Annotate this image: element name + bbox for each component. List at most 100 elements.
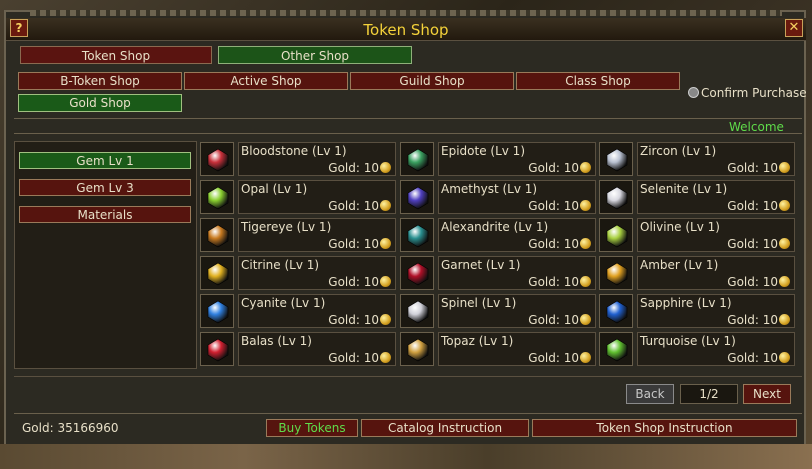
- item-name: Olivine (Lv 1): [640, 220, 720, 234]
- shop-item[interactable]: Tigereye (Lv 1) Gold: 10: [200, 218, 396, 254]
- item-icon-slot[interactable]: [400, 332, 434, 366]
- gold-coin-icon: [580, 314, 591, 325]
- sapphire-icon: [606, 300, 628, 324]
- amethyst-icon: [407, 186, 429, 210]
- catalog-instruction-button[interactable]: Catalog Instruction: [361, 419, 529, 437]
- item-icon-slot[interactable]: [200, 218, 234, 252]
- subshop-gold-shop[interactable]: Gold Shop: [18, 94, 182, 112]
- radio-icon[interactable]: [688, 87, 699, 98]
- shop-item[interactable]: Olivine (Lv 1) Gold: 10: [599, 218, 795, 254]
- selenite-icon: [606, 186, 628, 210]
- item-price: Gold: 10: [328, 161, 391, 175]
- gold-coin-icon: [380, 314, 391, 325]
- item-price: Gold: 10: [528, 237, 591, 251]
- item-icon-slot[interactable]: [599, 142, 633, 176]
- item-icon-slot[interactable]: [200, 256, 234, 290]
- item-name: Alexandrite (Lv 1): [441, 220, 549, 234]
- item-icon-slot[interactable]: [599, 180, 633, 214]
- item-price-text: Gold: 10: [528, 161, 579, 175]
- shop-item[interactable]: Citrine (Lv 1) Gold: 10: [200, 256, 396, 292]
- item-name: Amber (Lv 1): [640, 258, 719, 272]
- item-price-text: Gold: 10: [528, 351, 579, 365]
- topaz-icon: [407, 338, 429, 362]
- tab-token-shop[interactable]: Token Shop: [20, 46, 212, 64]
- tigereye-icon: [207, 224, 229, 248]
- item-name: Tigereye (Lv 1): [241, 220, 332, 234]
- subshop-b-token-shop[interactable]: B-Token Shop: [18, 72, 182, 90]
- shop-item[interactable]: Selenite (Lv 1) Gold: 10: [599, 180, 795, 216]
- item-name: Balas (Lv 1): [241, 334, 312, 348]
- item-icon-slot[interactable]: [599, 332, 633, 366]
- item-price-text: Gold: 10: [528, 199, 579, 213]
- item-icon-slot[interactable]: [599, 294, 633, 328]
- shop-item[interactable]: Zircon (Lv 1) Gold: 10: [599, 142, 795, 178]
- tab-other-shop[interactable]: Other Shop: [218, 46, 412, 64]
- item-icon-slot[interactable]: [200, 294, 234, 328]
- shop-item[interactable]: Alexandrite (Lv 1) Gold: 10: [400, 218, 596, 254]
- shop-item[interactable]: Sapphire (Lv 1) Gold: 10: [599, 294, 795, 330]
- token-shop-instruction-button[interactable]: Token Shop Instruction: [532, 419, 797, 437]
- item-info: Amethyst (Lv 1) Gold: 10: [438, 180, 596, 214]
- item-info: Opal (Lv 1) Gold: 10: [238, 180, 396, 214]
- item-price-text: Gold: 10: [328, 237, 379, 251]
- item-icon-slot[interactable]: [400, 294, 434, 328]
- amber-icon: [606, 262, 628, 286]
- item-price-text: Gold: 10: [727, 313, 778, 327]
- item-icon-slot[interactable]: [200, 332, 234, 366]
- item-price: Gold: 10: [328, 275, 391, 289]
- back-button[interactable]: Back: [626, 384, 674, 404]
- gold-coin-icon: [779, 314, 790, 325]
- game-scene-footer: [0, 444, 812, 469]
- gold-coin-icon: [580, 200, 591, 211]
- item-info: Tigereye (Lv 1) Gold: 10: [238, 218, 396, 252]
- item-price: Gold: 10: [528, 199, 591, 213]
- confirm-purchase-label: Confirm Purchase: [701, 86, 807, 100]
- shop-item[interactable]: Balas (Lv 1) Gold: 10: [200, 332, 396, 368]
- item-icon-slot[interactable]: [599, 218, 633, 252]
- shop-item[interactable]: Topaz (Lv 1) Gold: 10: [400, 332, 596, 368]
- item-icon-slot[interactable]: [400, 256, 434, 290]
- item-icon-slot[interactable]: [599, 256, 633, 290]
- gold-coin-icon: [380, 200, 391, 211]
- buy-tokens-button[interactable]: Buy Tokens: [266, 419, 358, 437]
- category-materials[interactable]: Materials: [19, 206, 191, 223]
- item-name: Zircon (Lv 1): [640, 144, 717, 158]
- shop-item[interactable]: Opal (Lv 1) Gold: 10: [200, 180, 396, 216]
- shop-item[interactable]: Spinel (Lv 1) Gold: 10: [400, 294, 596, 330]
- item-icon-slot[interactable]: [400, 142, 434, 176]
- shop-item[interactable]: Amber (Lv 1) Gold: 10: [599, 256, 795, 292]
- item-price: Gold: 10: [727, 313, 790, 327]
- item-icon-slot[interactable]: [200, 142, 234, 176]
- shop-item[interactable]: Cyanite (Lv 1) Gold: 10: [200, 294, 396, 330]
- shop-item[interactable]: Amethyst (Lv 1) Gold: 10: [400, 180, 596, 216]
- item-info: Sapphire (Lv 1) Gold: 10: [637, 294, 795, 328]
- item-price: Gold: 10: [528, 275, 591, 289]
- spinel-icon: [407, 300, 429, 324]
- balas-icon: [207, 338, 229, 362]
- shop-item[interactable]: Epidote (Lv 1) Gold: 10: [400, 142, 596, 178]
- shop-item[interactable]: Turquoise (Lv 1) Gold: 10: [599, 332, 795, 368]
- gold-coin-icon: [580, 352, 591, 363]
- subshop-guild-shop[interactable]: Guild Shop: [350, 72, 514, 90]
- item-price: Gold: 10: [528, 161, 591, 175]
- item-icon-slot[interactable]: [200, 180, 234, 214]
- turquoise-icon: [606, 338, 628, 362]
- item-price-text: Gold: 10: [328, 351, 379, 365]
- shop-item[interactable]: Bloodstone (Lv 1) Gold: 10: [200, 142, 396, 178]
- subshop-class-shop[interactable]: Class Shop: [516, 72, 680, 90]
- category-gem-lv3[interactable]: Gem Lv 3: [19, 179, 191, 196]
- gold-coin-icon: [380, 162, 391, 173]
- category-gem-lv1[interactable]: Gem Lv 1: [19, 152, 191, 169]
- item-icon-slot[interactable]: [400, 218, 434, 252]
- next-button[interactable]: Next: [743, 384, 791, 404]
- item-icon-slot[interactable]: [400, 180, 434, 214]
- title-bar: Token Shop: [6, 18, 806, 41]
- item-price: Gold: 10: [727, 161, 790, 175]
- help-button[interactable]: ?: [10, 19, 28, 37]
- confirm-purchase-option[interactable]: Confirm Purchase: [688, 86, 807, 100]
- subshop-active-shop[interactable]: Active Shop: [184, 72, 348, 90]
- close-button[interactable]: ✕: [785, 19, 803, 37]
- item-price: Gold: 10: [727, 237, 790, 251]
- gold-coin-icon: [779, 238, 790, 249]
- shop-item[interactable]: Garnet (Lv 1) Gold: 10: [400, 256, 596, 292]
